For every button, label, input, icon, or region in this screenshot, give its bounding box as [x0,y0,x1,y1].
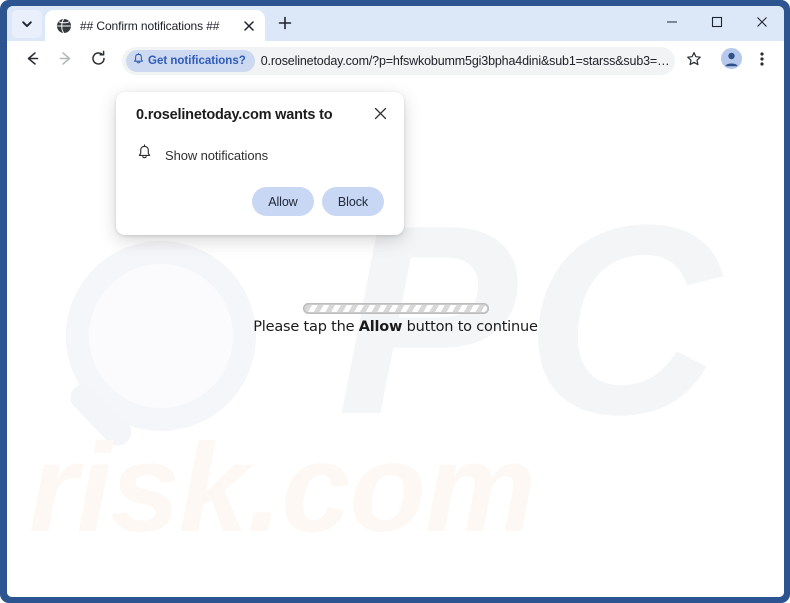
chevron-down-icon [21,18,33,30]
back-button[interactable] [17,46,47,76]
browser-toolbar: Get notifications? 0.roselinetoday.com/?… [7,41,784,81]
address-bar[interactable]: Get notifications? 0.roselinetoday.com/?… [122,47,675,75]
dialog-header: 0.roselinetoday.com wants to [116,106,404,126]
risk-watermark-text: risk.com [29,419,536,558]
three-dots-vertical-icon [760,51,764,72]
close-icon [756,15,768,33]
tab-search-button[interactable] [12,10,42,38]
reload-button[interactable] [83,46,113,76]
continue-message: Please tap the Allow button to continue [253,319,538,335]
star-icon [686,51,702,72]
block-button[interactable]: Block [321,187,384,216]
reload-icon [90,50,107,72]
globe-icon [56,18,72,34]
url-text: 0.roselinetoday.com/?p=hfswkobumm5gi3bph… [260,54,670,68]
message-suffix: button to continue [402,319,538,335]
magnifying-glass-watermark [44,236,274,486]
permission-label: Show notifications [165,147,268,163]
message-prefix: Please tap the [253,319,359,335]
maximize-icon [711,15,723,33]
browser-window: ## Confirm notifications ## Get notifica… [0,0,790,603]
get-notifications-chip-label: Get notifications? [148,55,246,67]
minimize-icon [666,15,678,33]
new-tab-button[interactable] [271,11,299,39]
striped-progress-bar [302,303,489,314]
dialog-close-button[interactable] [370,106,390,126]
progress-bar-fill [304,305,487,312]
notification-permission-dialog: 0.roselinetoday.com wants to Show notifi… [116,92,404,235]
dialog-actions: Allow Block [116,166,404,235]
bell-icon [133,52,144,70]
allow-button[interactable]: Allow [251,187,314,216]
permission-row: Show notifications [116,126,404,166]
maximize-button[interactable] [694,6,739,41]
arrow-left-icon [24,50,41,72]
minimize-button[interactable] [649,6,694,41]
page-viewport: PC risk.com Please tap the Allow button … [7,81,784,597]
page-center-content: Please tap the Allow button to continue [7,303,784,335]
window-controls [649,6,784,41]
chrome-shell: ## Confirm notifications ## Get notifica… [7,6,784,597]
browser-menu-button[interactable] [748,47,776,75]
close-icon [374,107,387,125]
browser-tab[interactable]: ## Confirm notifications ## [45,10,265,41]
avatar-icon [720,48,742,74]
plus-icon [278,16,292,35]
tab-strip: ## Confirm notifications ## [7,6,784,41]
profile-button[interactable] [717,47,745,75]
bell-icon [137,144,152,166]
tab-close-button[interactable] [240,17,258,35]
tab-title: ## Confirm notifications ## [80,18,220,33]
dialog-title: 0.roselinetoday.com wants to [136,107,333,123]
message-emphasis: Allow [358,319,403,335]
close-window-button[interactable] [739,6,784,41]
get-notifications-chip[interactable]: Get notifications? [126,50,255,72]
forward-button[interactable] [50,46,80,76]
arrow-right-icon [57,50,74,72]
bookmark-button[interactable] [680,47,708,75]
